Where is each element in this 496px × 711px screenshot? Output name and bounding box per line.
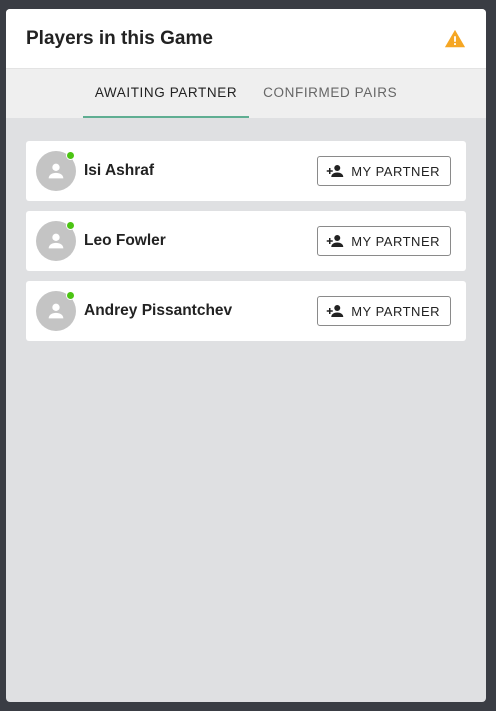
list-item: Isi Ashraf MY PARTNER [26,141,466,201]
tab-bar: AWAITING PARTNER CONFIRMED PAIRS [6,69,486,118]
my-partner-button[interactable]: MY PARTNER [317,296,451,326]
list-item: Leo Fowler MY PARTNER [26,211,466,271]
online-status-dot [66,221,75,230]
player-name: Leo Fowler [84,232,166,249]
player-name: Isi Ashraf [84,162,155,179]
my-partner-button-label: MY PARTNER [351,233,440,249]
person-icon [48,233,64,249]
tab-confirmed-pairs[interactable]: CONFIRMED PAIRS [251,69,409,118]
player-list: Isi Ashraf MY PARTNER Leo Fowler MY PART… [6,118,486,341]
avatar [36,151,76,191]
my-partner-button-label: MY PARTNER [351,303,440,319]
player-name: Andrey Pissantchev [84,302,233,319]
list-item: Andrey Pissantchev MY PARTNER [26,281,466,341]
add-person-icon [326,235,344,247]
online-status-dot [66,291,75,300]
add-person-icon [326,165,344,177]
my-partner-button[interactable]: MY PARTNER [317,226,451,256]
person-icon [48,163,64,179]
tab-awaiting-partner[interactable]: AWAITING PARTNER [82,69,250,118]
players-dialog: Players in this Game AWAITING PARTNER CO… [6,9,486,702]
dialog-header: Players in this Game [6,9,486,69]
avatar [36,221,76,261]
add-person-icon [326,305,344,317]
avatar [36,291,76,331]
my-partner-button[interactable]: MY PARTNER [317,156,451,186]
online-status-dot [66,151,75,160]
person-icon [48,303,64,319]
my-partner-button-label: MY PARTNER [351,163,440,179]
warning-icon[interactable] [444,28,466,50]
dialog-title: Players in this Game [26,27,213,49]
